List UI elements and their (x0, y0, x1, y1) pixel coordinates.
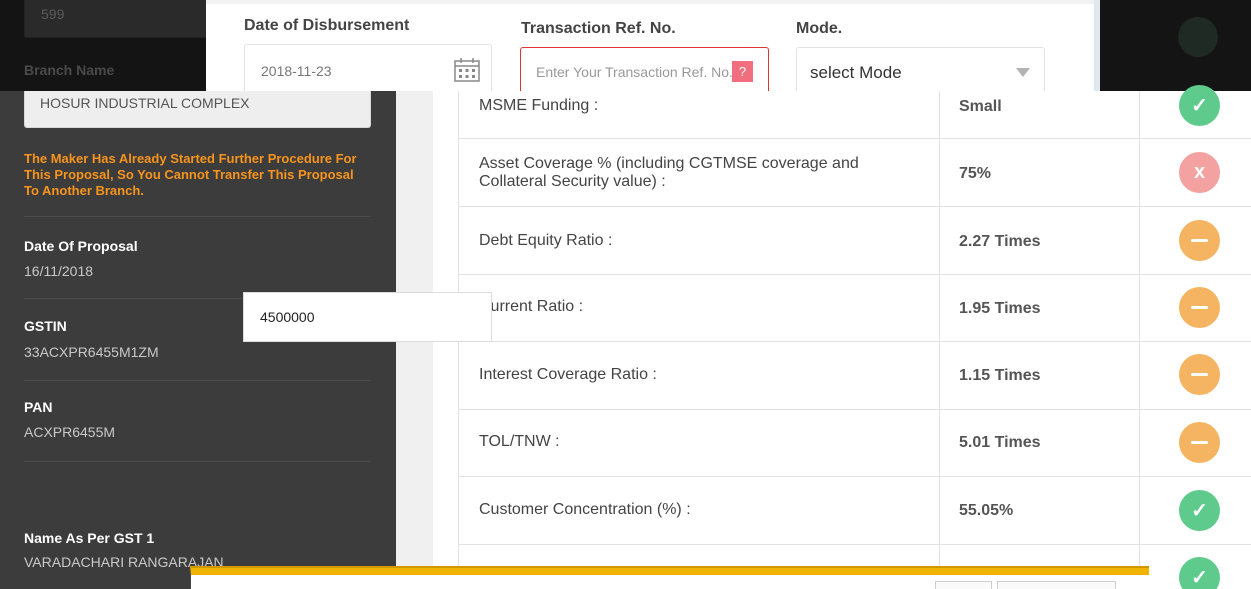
date-of-proposal-label: Date Of Proposal (24, 238, 138, 254)
x-icon: x (1179, 152, 1220, 193)
minus-icon (1179, 422, 1220, 463)
parameter-value: 5.01 Times (959, 434, 1041, 451)
calendar-icon[interactable] (454, 58, 480, 82)
branch-name-label: Branch Name (24, 62, 115, 78)
table-row: Customer Concentration (%) : 55.05% ✓ (459, 477, 1251, 545)
parameter-label: TOL/TNW : (479, 433, 560, 450)
transaction-ref-label: Transaction Ref. No. (521, 20, 676, 37)
parameter-label: MSME Funding : (479, 97, 599, 114)
parameter-value: 2.27 Times (959, 233, 1041, 250)
mode-select[interactable]: select Mode (796, 47, 1045, 91)
parameter-label: Asset Coverage % (including CGTMSE cover… (479, 155, 859, 190)
table-row: TOL/TNW : 5.01 Times (459, 410, 1251, 477)
check-icon: ✓ (1179, 490, 1220, 531)
date-of-proposal-value: 16/11/2018 (24, 263, 94, 279)
check-icon: ✓ (1179, 85, 1220, 126)
transfer-warning: The Maker Has Already Started Further Pr… (24, 151, 357, 198)
pan-label: PAN (24, 399, 53, 415)
parameter-value: 75% (959, 165, 992, 182)
disbursement-date-value: 2018-11-23 (261, 63, 332, 79)
parameter-label: Debt Equity Ratio : (479, 232, 613, 249)
disbursement-modal: Date of Disbursement Transaction Ref. No… (206, 0, 1094, 91)
date-of-disbursement-label: Date of Disbursement (244, 17, 410, 34)
divider (24, 380, 371, 381)
table-row: Interest Coverage Ratio : 1.15 Times (459, 342, 1251, 410)
modal-scrollbar (1094, 0, 1100, 91)
confirmation-dialog (190, 566, 1149, 589)
parameter-value: 55.05% (959, 502, 1014, 519)
parameter-value: 1.15 Times (959, 367, 1041, 384)
divider (24, 216, 371, 217)
gstin-value: 33ACXPR6455M1ZM (24, 344, 159, 360)
parameter-label: Customer Concentration (%) : (479, 501, 691, 518)
mode-select-value: select Mode (810, 63, 902, 82)
table-row: Asset Coverage % (including CGTMSE cover… (459, 139, 1251, 207)
check-icon: ✓ (1179, 557, 1220, 589)
column-divider (939, 91, 940, 589)
chevron-down-icon (1016, 68, 1030, 77)
table-row: Debt Equity Ratio : 2.27 Times (459, 207, 1251, 275)
background-check-icon (1178, 17, 1218, 57)
parameter-label: Interest Coverage Ratio : (479, 366, 657, 383)
parameter-value: 1.95 Times (959, 300, 1041, 317)
parameter-label: Current Ratio : (479, 298, 584, 315)
pan-value: ACXPR6455M (24, 424, 116, 440)
minus-icon (1179, 354, 1220, 395)
dialog-button[interactable] (997, 581, 1116, 589)
minus-icon (1179, 287, 1220, 328)
table-row: MSME Funding : Small ✓ (459, 85, 1251, 139)
mode-label: Mode. (796, 20, 843, 37)
help-icon[interactable]: ? (732, 61, 753, 82)
gstin-label: GSTIN (24, 318, 67, 334)
minus-icon (1179, 220, 1220, 261)
dialog-button[interactable] (935, 581, 992, 589)
parameter-value: Small (959, 98, 1002, 115)
branch-name-field: HOSUR INDUSTRIAL COMPLEX (24, 91, 371, 128)
divider (24, 461, 371, 462)
column-divider (1139, 91, 1140, 589)
gst-name-label: Name As Per GST 1 (24, 530, 155, 546)
table-row: Current Ratio : 1.95 Times (459, 275, 1251, 342)
eligibility-table: MSME Funding : Small ✓ Asset Coverage % … (458, 85, 1251, 589)
amount-input[interactable]: 4500000 (243, 292, 492, 342)
disbursement-date-input[interactable]: 2018-11-23 (244, 44, 492, 91)
